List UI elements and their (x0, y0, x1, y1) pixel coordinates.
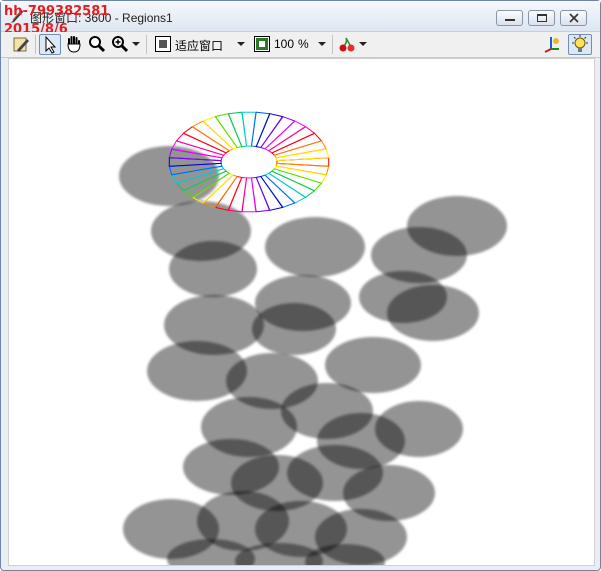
toolbar-separator (35, 35, 36, 54)
image-view (119, 111, 507, 565)
zoom-percent-icon (252, 34, 272, 54)
fit-window-icon (153, 34, 173, 54)
color-cherries-icon (337, 34, 357, 54)
lightbulb-button[interactable] (568, 34, 592, 55)
pencil-edit-icon (11, 34, 31, 54)
measure-rectangle (273, 140, 327, 159)
measure-rectangle (255, 113, 284, 149)
fit-window-button[interactable] (153, 34, 173, 55)
measure-rectangle (227, 176, 248, 213)
fit-window-dropdown-arrow[interactable] (237, 42, 245, 46)
maximize-button[interactable] (528, 10, 555, 26)
zoom-in-icon (110, 34, 130, 54)
zoom-dropdown-arrow[interactable] (132, 42, 140, 46)
pointer-tool-button[interactable] (39, 34, 61, 55)
lightbulb-icon (569, 35, 591, 54)
close-button[interactable] (560, 10, 587, 26)
measure-rectangle (214, 113, 243, 149)
zoom-percent-button[interactable] (252, 34, 272, 55)
watermark-id: hh-799382581 (4, 4, 110, 19)
pan-tool-button[interactable] (64, 34, 84, 55)
edit-button[interactable] (11, 34, 31, 55)
fit-window-label[interactable]: 适应窗口 (175, 37, 223, 54)
measure-rectangle (255, 175, 284, 211)
graphics-window: 图形窗口: 3600 - Regions1 hh-799382581 2015/… (0, 0, 601, 571)
measure-rectangle (250, 111, 271, 148)
toolbar-separator (332, 35, 333, 54)
title-bar[interactable]: 图形窗口: 3600 - Regions1 hh-799382581 2015/… (1, 1, 600, 37)
zoom-percent-dropdown-arrow[interactable] (318, 42, 326, 46)
image-canvas[interactable] (8, 58, 595, 566)
hand-pan-icon (64, 34, 84, 54)
zoom-in-button[interactable] (110, 34, 130, 55)
measure-rectangle (275, 162, 330, 176)
toolbar-separator (146, 35, 147, 54)
zoom-percent-unit: % (298, 37, 309, 51)
toolbar: 适应窗口 100 % (1, 32, 600, 58)
particle-image (119, 146, 507, 565)
measure-rectangle (227, 111, 248, 148)
measure-rectangle (273, 165, 327, 184)
axes-icon (542, 34, 562, 54)
pointer-cursor-icon (40, 35, 60, 54)
color-button[interactable] (337, 34, 357, 55)
color-dropdown-arrow[interactable] (359, 42, 367, 46)
measure-rectangle (250, 176, 271, 213)
zoom-percent-value[interactable]: 100 (274, 37, 294, 51)
magnifier-icon (87, 34, 107, 54)
magnifier-button[interactable] (87, 34, 107, 55)
minimize-button[interactable] (496, 10, 523, 26)
measure-rectangle (275, 148, 330, 162)
axes-button[interactable] (542, 34, 562, 55)
